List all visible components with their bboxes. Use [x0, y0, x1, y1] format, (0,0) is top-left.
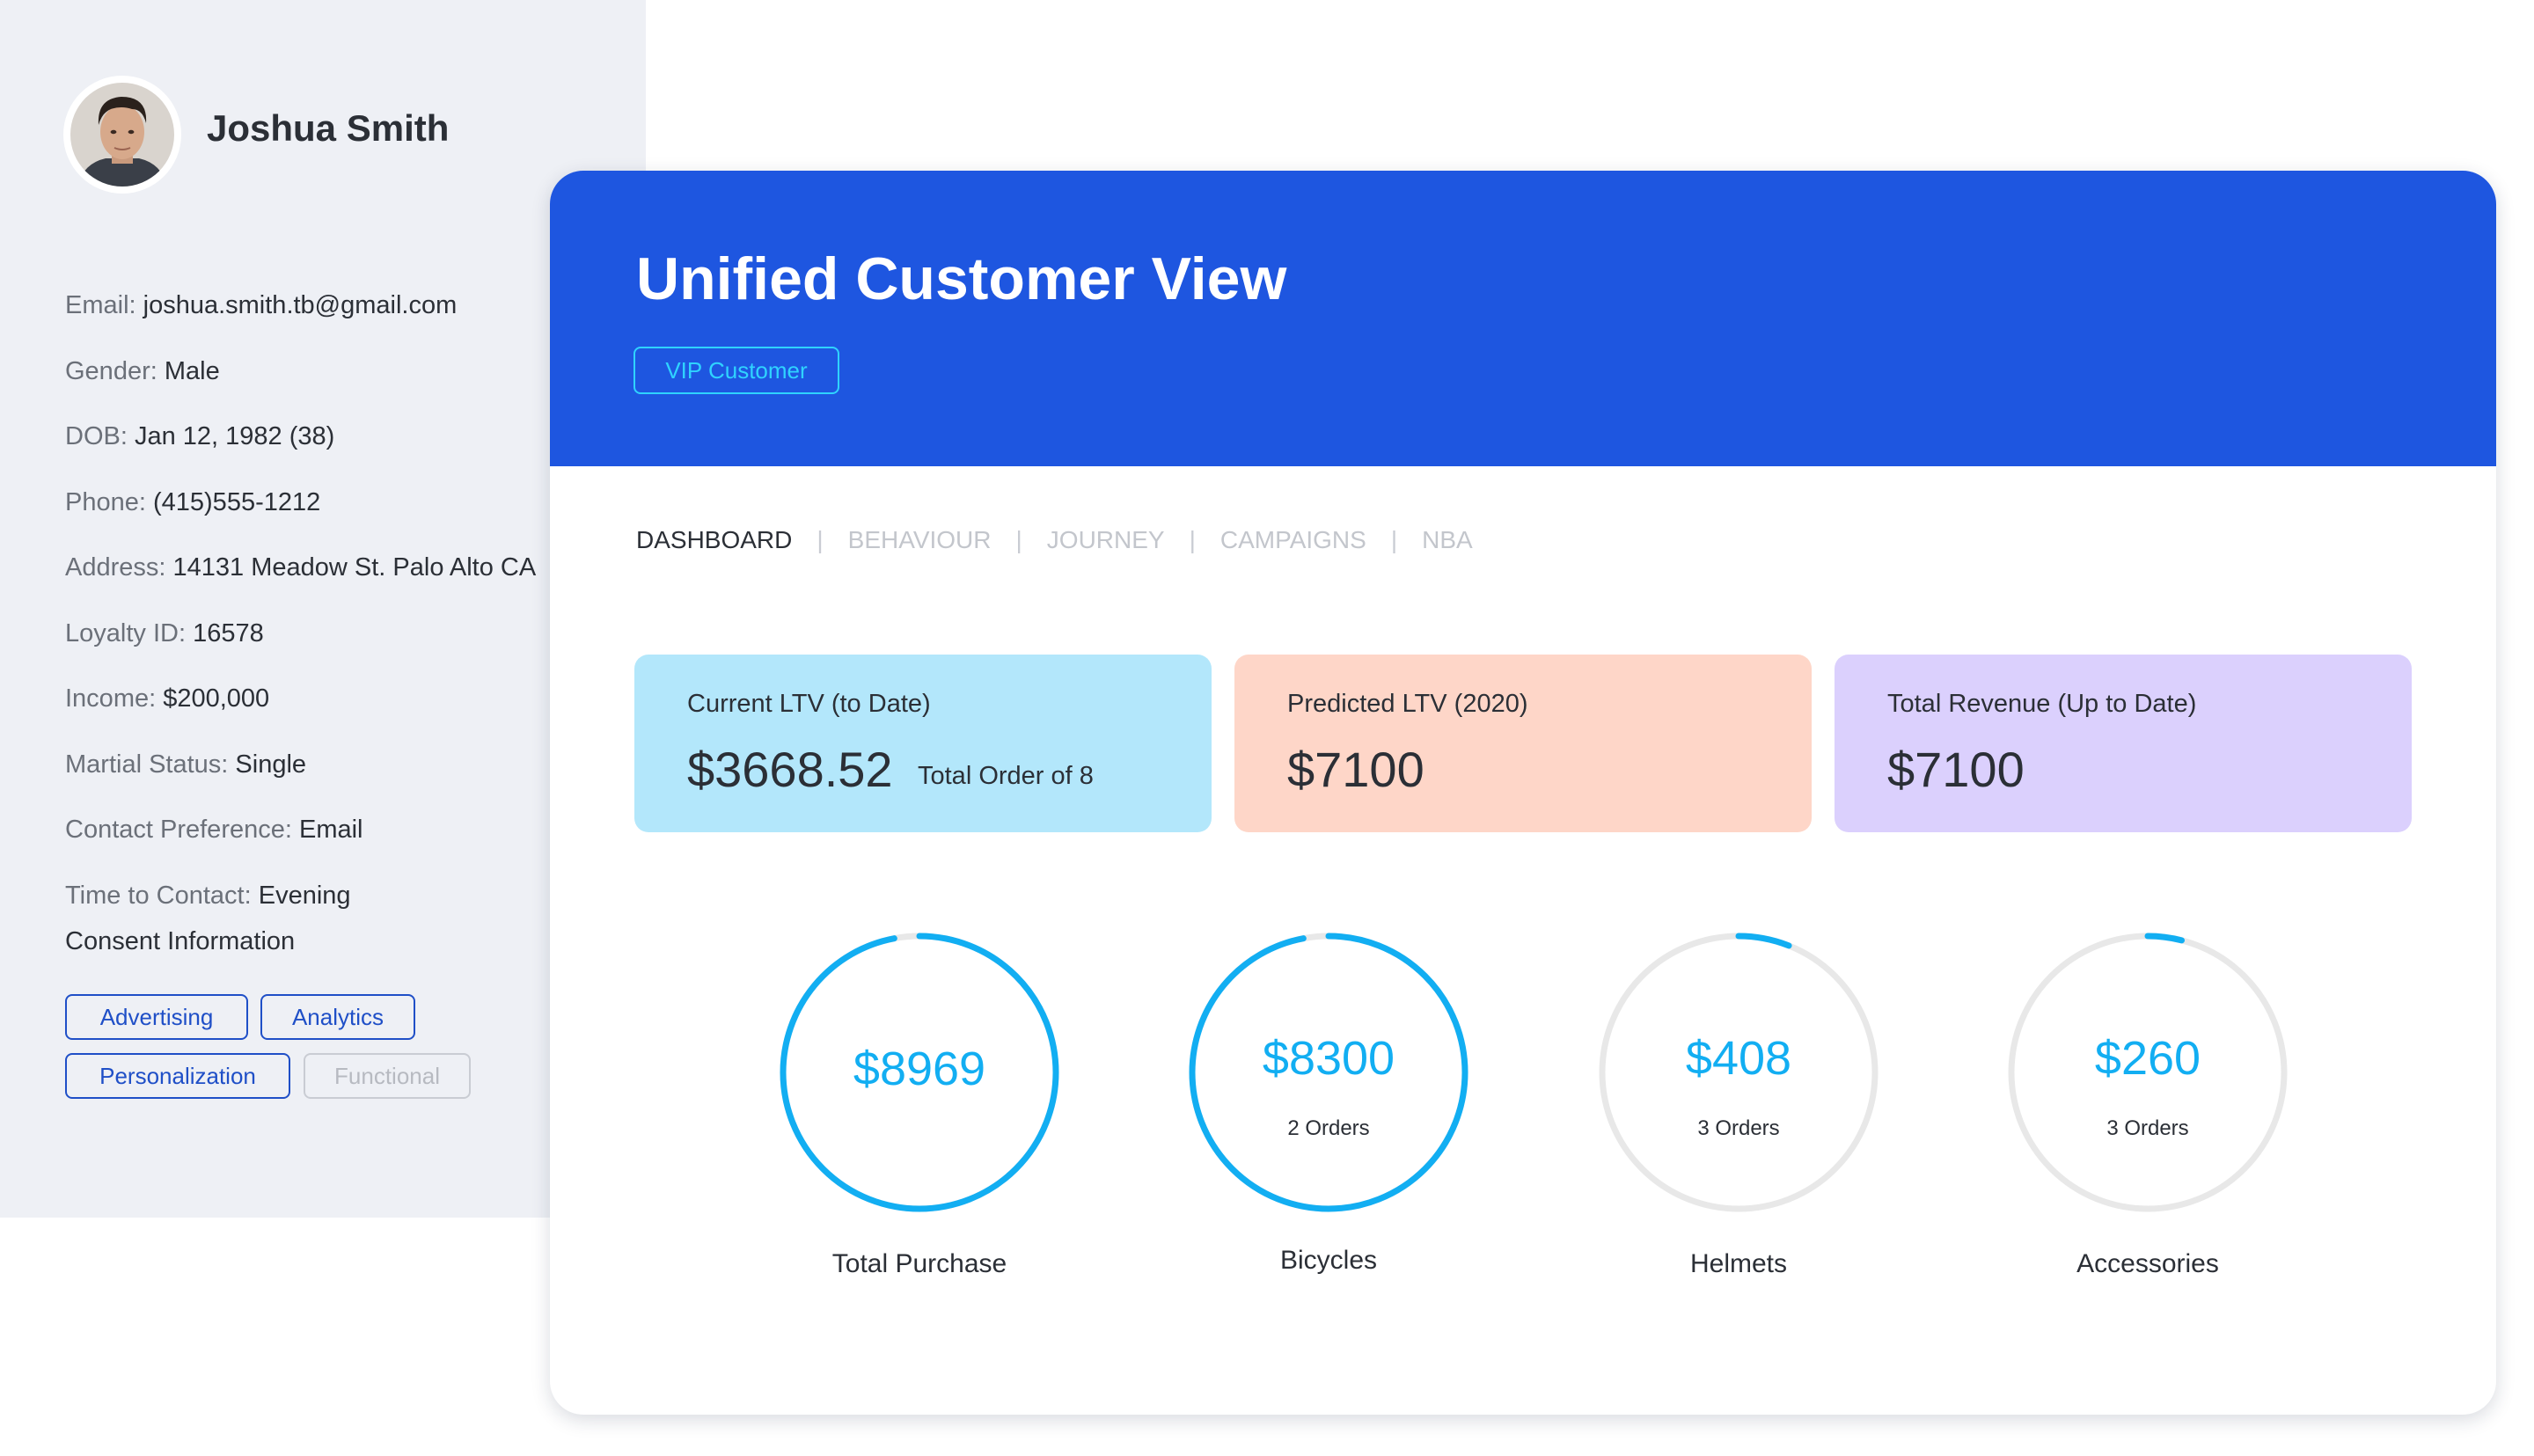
ring-caption: Bicycles [1279, 1246, 1378, 1275]
info-label: Income: [65, 684, 157, 713]
ring-accessories: $260 3 Orders [2003, 927, 2293, 1218]
info-contact-preference: Contact Preference: Email [65, 797, 536, 863]
ring-value: $408 [1685, 1032, 1792, 1085]
info-value: 16578 [193, 618, 264, 648]
info-dob: DOB: Jan 12, 1982 (38) [65, 404, 536, 470]
info-label: Gender: [65, 356, 157, 385]
info-label: Martial Status: [65, 750, 229, 779]
ring-caption: Accessories [2076, 1249, 2219, 1278]
profile-name: Joshua Smith [207, 107, 450, 149]
info-value: Evening [258, 881, 351, 910]
tab-separator: | [1015, 526, 1022, 553]
info-time-to-contact: Time to Contact: Evening [65, 863, 536, 929]
info-label: DOB: [65, 422, 128, 450]
kpi-current-ltv: Current LTV (to Date) $3668.52 Total Ord… [634, 655, 1212, 832]
info-value: (415)555-1212 [152, 487, 321, 516]
info-gender: Gender: Male [65, 339, 536, 405]
kpi-label: Current LTV (to Date) [687, 690, 931, 718]
info-value: 14131 Meadow St. Palo Alto CA [172, 553, 537, 582]
tab-nba[interactable]: NBA [1422, 526, 1473, 554]
kpi-subtext: Total Order of 8 [918, 762, 1094, 790]
tab-bar: DASHBOARD | BEHAVIOUR | JOURNEY | CAMPAI… [636, 526, 1473, 554]
customer-view-card: Unified Customer View VIP Customer DASHB… [550, 171, 2496, 1415]
info-label: Address: [65, 553, 166, 582]
profile-info-list: Email: joshua.smith.tb@gmail.com Gender:… [65, 273, 536, 928]
ring-caption: Helmets [1689, 1249, 1788, 1278]
info-address: Address: 14131 Meadow St. Palo Alto CA [65, 535, 536, 601]
profile-panel: Joshua Smith Email: joshua.smith.tb@gmai… [0, 0, 646, 1218]
tab-dashboard[interactable]: DASHBOARD [636, 526, 792, 554]
consent-title: Consent Information [65, 927, 296, 955]
ring-caption: Total Purchase [831, 1249, 1007, 1278]
consent-chip-functional[interactable]: Functional [304, 1053, 471, 1099]
ring-value: $260 [2094, 1032, 2201, 1085]
ring-orders: 3 Orders [2106, 1116, 2189, 1140]
header-banner: Unified Customer View VIP Customer [550, 171, 2496, 466]
kpi-value: $7100 [1287, 742, 1424, 797]
ring-helmets: $408 3 Orders [1593, 927, 1884, 1218]
info-income: Income: $200,000 [65, 666, 536, 732]
page-title: Unified Customer View [636, 245, 1287, 312]
tab-journey[interactable]: JOURNEY [1047, 526, 1165, 554]
info-value: Single [235, 750, 307, 779]
info-label: Email: [65, 291, 136, 319]
ring-value: $8969 [853, 1043, 986, 1095]
consent-chip-analytics[interactable]: Analytics [260, 994, 415, 1040]
tab-separator: | [1189, 526, 1196, 553]
kpi-total-revenue: Total Revenue (Up to Date) $7100 [1835, 655, 2412, 832]
kpi-predicted-ltv: Predicted LTV (2020) $7100 [1234, 655, 1812, 832]
ring-total-purchase: $8969 [774, 927, 1065, 1218]
consent-chip-personalization[interactable]: Personalization [65, 1053, 290, 1099]
info-label: Phone: [65, 487, 146, 516]
avatar [63, 76, 181, 194]
info-value: joshua.smith.tb@gmail.com [143, 291, 458, 319]
info-label: Contact Preference: [65, 816, 292, 844]
info-value: $200,000 [163, 684, 270, 713]
info-phone: Phone: (415)555-1212 [65, 470, 536, 536]
vip-customer-badge: VIP Customer [634, 347, 839, 394]
kpi-label: Total Revenue (Up to Date) [1887, 690, 2197, 718]
info-marital-status: Martial Status: Single [65, 732, 536, 798]
kpi-value: $3668.52 [687, 742, 893, 797]
info-value: Email [298, 816, 363, 844]
tab-behaviour[interactable]: BEHAVIOUR [848, 526, 992, 554]
tab-separator: | [817, 526, 824, 553]
ring-value: $8300 [1262, 1032, 1395, 1085]
avatar-photo [70, 83, 174, 187]
tab-campaigns[interactable]: CAMPAIGNS [1220, 526, 1366, 554]
kpi-value: $7100 [1887, 742, 2025, 797]
info-loyalty-id: Loyalty ID: 16578 [65, 601, 536, 667]
info-label: Loyalty ID: [65, 618, 186, 648]
info-value: Jan 12, 1982 (38) [134, 422, 335, 450]
ring-orders: 3 Orders [1697, 1116, 1780, 1140]
kpi-label: Predicted LTV (2020) [1287, 690, 1528, 718]
info-label: Time to Contact: [65, 881, 252, 910]
ring-orders: 2 Orders [1287, 1116, 1370, 1140]
tab-separator: | [1390, 526, 1398, 553]
consent-chip-advertising[interactable]: Advertising [65, 994, 248, 1040]
info-email: Email: joshua.smith.tb@gmail.com [65, 273, 536, 339]
ring-bicycles: $8300 2 Orders [1183, 927, 1474, 1218]
info-value: Male [164, 356, 220, 385]
